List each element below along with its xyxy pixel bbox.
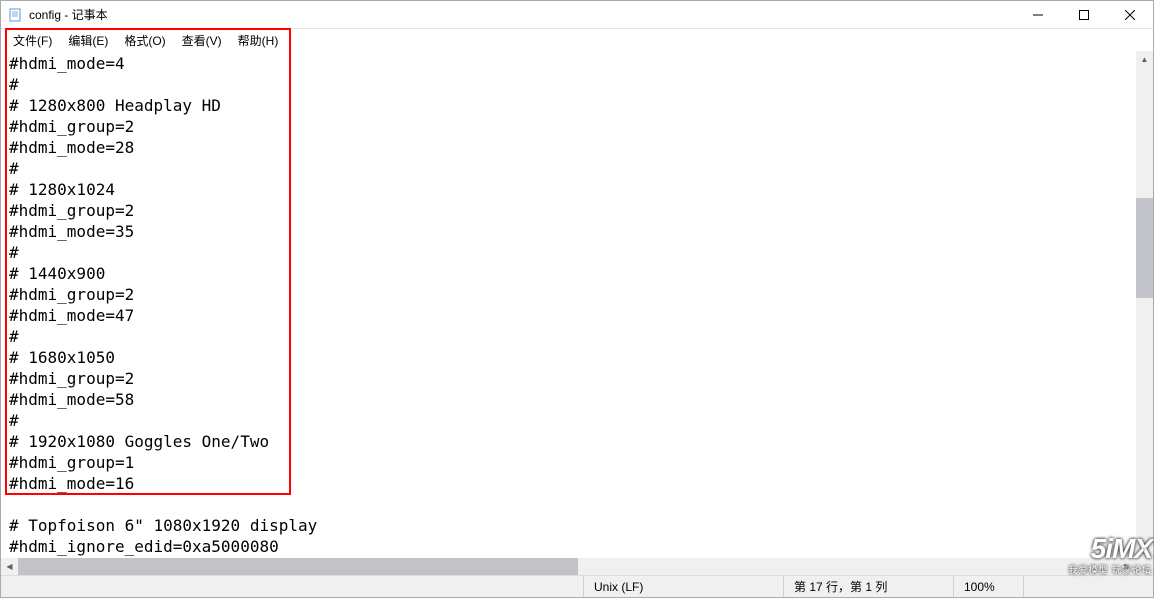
scroll-left-arrow-icon[interactable]: ◀: [1, 558, 18, 575]
menu-view[interactable]: 查看(V): [174, 30, 230, 51]
text-editor[interactable]: #hdmi_mode=4 # # 1280x800 Headplay HD #h…: [1, 51, 1136, 558]
menubar: 文件(F) 编辑(E) 格式(O) 查看(V) 帮助(H): [1, 29, 1153, 51]
editor-area: #hdmi_mode=4 # # 1280x800 Headplay HD #h…: [1, 51, 1153, 575]
scroll-track-vertical[interactable]: [1136, 68, 1153, 541]
titlebar[interactable]: config - 记事本: [1, 1, 1153, 29]
notepad-window: config - 记事本 文件(F) 编辑(E) 格式(O) 查看(V) 帮助(…: [0, 0, 1154, 598]
scroll-track-horizontal[interactable]: [18, 558, 1119, 575]
status-zoom: 100%: [953, 576, 1023, 597]
close-button[interactable]: [1107, 1, 1153, 28]
scroll-thumb-horizontal[interactable]: [18, 558, 578, 575]
window-controls: [1015, 1, 1153, 28]
maximize-button[interactable]: [1061, 1, 1107, 28]
scroll-down-arrow-icon[interactable]: ▼: [1136, 541, 1153, 558]
menu-format[interactable]: 格式(O): [116, 30, 173, 51]
horizontal-scrollbar[interactable]: ◀ ▶: [1, 558, 1136, 575]
scroll-right-arrow-icon[interactable]: ▶: [1119, 558, 1136, 575]
vertical-scrollbar[interactable]: ▲ ▼: [1136, 51, 1153, 558]
app-icon: [7, 7, 23, 23]
status-cursor-position: 第 17 行，第 1 列: [783, 576, 953, 597]
window-title: config - 记事本: [29, 6, 1015, 23]
scroll-up-arrow-icon[interactable]: ▲: [1136, 51, 1153, 68]
status-line-ending: Unix (LF): [583, 576, 783, 597]
scrollbar-corner: [1136, 558, 1153, 575]
scroll-thumb-vertical[interactable]: [1136, 198, 1153, 298]
status-extra: [1023, 576, 1153, 597]
status-spacer: [1, 576, 583, 597]
menu-help[interactable]: 帮助(H): [230, 30, 287, 51]
menu-edit[interactable]: 编辑(E): [60, 30, 116, 51]
minimize-button[interactable]: [1015, 1, 1061, 28]
menu-file[interactable]: 文件(F): [5, 30, 60, 51]
statusbar: Unix (LF) 第 17 行，第 1 列 100%: [1, 575, 1153, 597]
